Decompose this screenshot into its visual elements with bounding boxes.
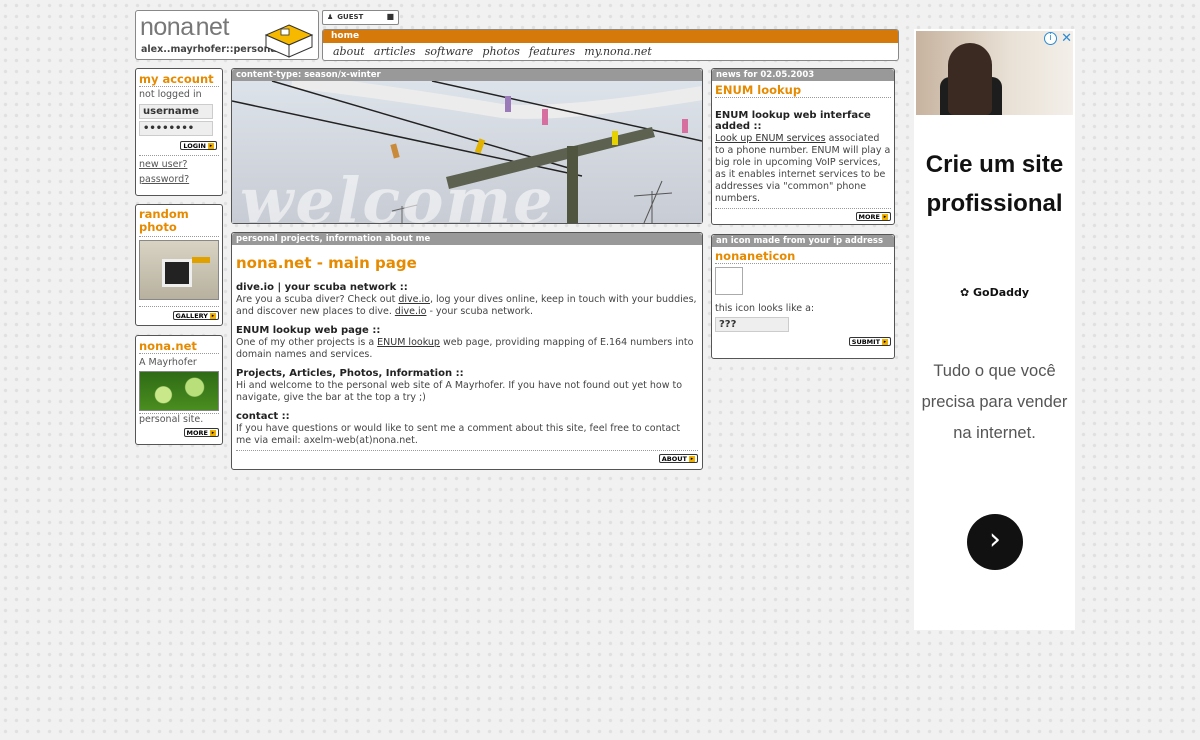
submit-button[interactable]: SUBMIT ▸: [848, 337, 891, 346]
generated-ip-icon: [715, 267, 743, 295]
chevron-right-icon[interactable]: ›: [967, 514, 1023, 570]
arrow-right-icon: ▸: [210, 313, 216, 319]
arrow-right-icon: ▸: [882, 214, 888, 220]
lock-icon[interactable]: ■: [386, 12, 394, 21]
user-status-bar[interactable]: ♟ GUEST ■: [322, 10, 399, 25]
arrow-right-icon: ▸: [882, 339, 888, 345]
news-box: news for 02.05.2003 ENUM lookup ENUM loo…: [711, 68, 895, 225]
ipicon-title: nonaneticon: [715, 249, 891, 264]
main-content-box: personal projects, information about me …: [231, 232, 703, 470]
news-tab: news for 02.05.2003: [712, 69, 894, 81]
random-photo-box: random photo GALLERY ▸: [135, 204, 223, 326]
arrow-right-icon: ▸: [689, 456, 695, 462]
diveio-link[interactable]: dive.io: [398, 294, 430, 305]
advertisement[interactable]: i ✕ Crie um site profissional ✿ GoDaddy …: [914, 29, 1075, 630]
user-icon: ♟: [327, 13, 334, 21]
ad-brand-logo: ✿ GoDaddy: [959, 286, 1030, 299]
winter-photo: welcome: [232, 81, 702, 223]
gallery-button[interactable]: GALLERY ▸: [172, 311, 219, 320]
logo-tagline: alex..mayrhofer::personal: [141, 44, 281, 55]
more-button[interactable]: MORE ▸: [183, 428, 219, 437]
logo-text: nona.net: [140, 13, 229, 41]
diveio-link-2[interactable]: dive.io: [395, 306, 427, 317]
account-title: my account: [139, 72, 219, 87]
ip-icon-box: an icon made from your ip address nonane…: [711, 234, 895, 359]
user-status-label: GUEST: [337, 13, 364, 21]
nav-link-articles[interactable]: articles: [374, 45, 416, 58]
random-photo-title: random photo: [139, 208, 219, 237]
site-logo[interactable]: nona.net alex..mayrhofer::personal: [135, 10, 319, 60]
nav-link-features[interactable]: features: [529, 45, 575, 58]
nav-link-photos[interactable]: photos: [482, 45, 519, 58]
ipicon-tab: an icon made from your ip address: [712, 235, 894, 247]
nona-caption: personal site.: [139, 413, 219, 425]
news-title: ENUM lookup: [715, 83, 891, 98]
arrow-right-icon: ▸: [210, 430, 216, 436]
info-icon[interactable]: i: [1044, 32, 1057, 45]
password-field[interactable]: [139, 121, 213, 136]
nona-net-box: nona.net A Mayrhofer personal site. MORE…: [135, 335, 223, 445]
nav-link-my-nona-net[interactable]: my.nona.net: [584, 45, 652, 58]
about-button[interactable]: ABOUT ▸: [658, 454, 698, 463]
section-projects: Projects, Articles, Photos, Information …: [236, 368, 683, 403]
close-icon[interactable]: ✕: [1061, 31, 1072, 46]
icon-guess-field[interactable]: ???: [715, 317, 789, 332]
news-headline: ENUM lookup web interface added ::: [715, 110, 871, 132]
current-section: home: [323, 30, 898, 43]
section-enum: ENUM lookup web page :: One of my other …: [236, 325, 694, 360]
login-status: not logged in: [139, 89, 202, 100]
forgot-password-link[interactable]: password?: [139, 172, 219, 187]
enum-lookup-link[interactable]: ENUM lookup: [377, 337, 440, 348]
section-diveio: dive.io | your scuba network :: Are you …: [236, 282, 697, 317]
main-navigation: home about articles software photos feat…: [322, 29, 899, 61]
nona-box-title: nona.net: [139, 339, 219, 354]
login-button[interactable]: LOGIN ▸: [180, 141, 217, 150]
nav-link-about[interactable]: about: [333, 45, 365, 58]
icon-looks-like-label: this icon looks like a:: [715, 303, 815, 314]
godaddy-icon: ✿: [959, 286, 970, 299]
owner-name: A Mayrhofer: [139, 357, 197, 368]
plant-photo: [139, 371, 219, 411]
winter-tab: content-type: season/x-winter: [232, 69, 702, 81]
ad-body: Tudo o que você precisa para vender na i…: [921, 362, 1068, 442]
new-user-link[interactable]: new user?: [139, 157, 219, 172]
section-contact: contact :: If you have questions or woul…: [236, 411, 681, 446]
enum-services-link[interactable]: Look up ENUM services: [715, 133, 826, 144]
arrow-right-icon: ▸: [208, 143, 214, 149]
welcome-overlay: welcome: [240, 164, 555, 223]
random-photo-image[interactable]: [139, 240, 219, 300]
more-button[interactable]: MORE ▸: [855, 212, 891, 221]
cube-logo-icon: [264, 24, 314, 58]
main-tab: personal projects, information about me: [232, 233, 702, 245]
ad-headline[interactable]: Crie um site profissional: [914, 145, 1075, 223]
nav-link-software[interactable]: software: [425, 45, 474, 58]
my-account-box: my account not logged in LOGIN▸ new user…: [135, 68, 223, 196]
news-body: Look up ENUM services associated to a ph…: [715, 133, 891, 204]
username-field[interactable]: [139, 104, 213, 119]
winter-banner: content-type: season/x-winter welcome: [231, 68, 703, 224]
page-title: nona.net - main page: [236, 254, 417, 272]
